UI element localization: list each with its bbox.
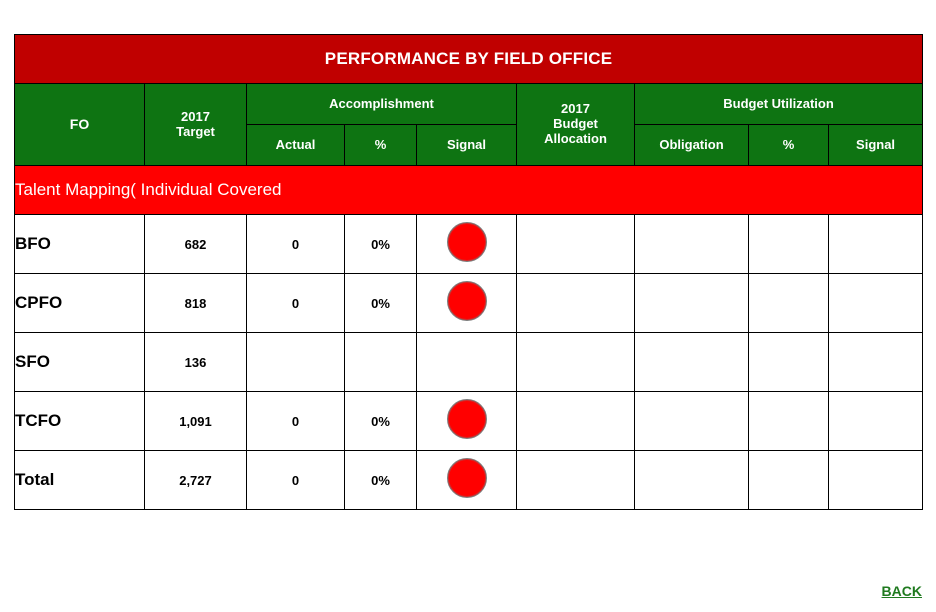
- row-utilization-percent: [748, 391, 829, 451]
- row-signal: [416, 391, 517, 451]
- row-utilization-percent: [748, 214, 829, 274]
- row-fo-name: CPFO: [14, 273, 145, 333]
- row-signal: [416, 450, 517, 510]
- section-label: Talent Mapping( Individual Covered: [13, 165, 924, 215]
- header-target-line1: 2017: [181, 108, 210, 124]
- table-row: SFO 136: [14, 332, 924, 392]
- section-row: Talent Mapping( Individual Covered: [13, 165, 924, 215]
- header-fo: FO: [14, 83, 145, 166]
- row-percent: [344, 332, 417, 392]
- row-target: 682: [144, 214, 247, 274]
- signal-red-icon: [446, 398, 487, 439]
- page-title: PERFORMANCE BY FIELD OFFICE: [13, 34, 924, 84]
- row-obligation: [634, 214, 749, 274]
- row-actual: 0: [246, 214, 345, 274]
- row-signal: [416, 332, 517, 392]
- row-fo-name: SFO: [14, 332, 145, 392]
- row-budget-allocation: [516, 214, 635, 274]
- row-actual: [246, 332, 345, 392]
- header-budget-allocation-line3: Allocation: [544, 130, 607, 146]
- row-signal: [416, 273, 517, 333]
- header-obligation: Obligation: [634, 124, 749, 166]
- performance-table: PERFORMANCE BY FIELD OFFICE FO 2017 Targ…: [13, 34, 924, 510]
- table-row: CPFO 818 0 0%: [14, 273, 924, 333]
- row-utilization-percent: [748, 332, 829, 392]
- row-target: 818: [144, 273, 247, 333]
- row-budget-allocation: [516, 273, 635, 333]
- header-utilization-percent: %: [748, 124, 829, 166]
- row-percent: 0%: [344, 273, 417, 333]
- row-target: 136: [144, 332, 247, 392]
- header-row-top: FO 2017 Target Accomplishment 2017 Budge…: [14, 83, 924, 166]
- row-utilization-signal: [827, 450, 924, 510]
- header-utilization-signal: Signal: [827, 124, 924, 166]
- row-utilization-signal: [827, 391, 924, 451]
- row-actual: 0: [246, 273, 345, 333]
- row-utilization-signal: [827, 273, 924, 333]
- row-fo-name: TCFO: [14, 391, 145, 451]
- row-obligation: [634, 332, 749, 392]
- title-row: PERFORMANCE BY FIELD OFFICE: [13, 34, 924, 84]
- header-budget-utilization: Budget Utilization: [633, 83, 924, 125]
- signal-red-icon: [446, 221, 487, 262]
- row-obligation: [634, 273, 749, 333]
- row-obligation: [634, 391, 749, 451]
- row-utilization-percent: [748, 273, 829, 333]
- row-percent: 0%: [344, 214, 417, 274]
- header-target: 2017 Target: [144, 83, 247, 166]
- table-row: TCFO 1,091 0 0%: [14, 391, 924, 451]
- table-row: Total 2,727 0 0%: [14, 450, 924, 510]
- row-budget-allocation: [516, 450, 635, 510]
- row-fo-name: Total: [14, 450, 145, 510]
- row-budget-allocation: [516, 391, 635, 451]
- row-percent: 0%: [344, 450, 417, 510]
- row-utilization-signal: [827, 332, 924, 392]
- header-actual: Actual: [246, 124, 345, 166]
- row-actual: 0: [246, 450, 345, 510]
- header-budget-allocation-line1: 2017: [561, 101, 590, 117]
- row-target: 1,091: [144, 391, 247, 451]
- back-link[interactable]: BACK: [882, 583, 922, 599]
- header-accomplishment: Accomplishment: [246, 83, 517, 125]
- slide-page: PERFORMANCE BY FIELD OFFICE FO 2017 Targ…: [0, 0, 936, 612]
- row-percent: 0%: [344, 391, 417, 451]
- signal-red-icon: [446, 280, 487, 321]
- row-utilization-percent: [748, 450, 829, 510]
- header-budget-allocation-line2: Budget: [553, 116, 598, 132]
- row-actual: 0: [246, 391, 345, 451]
- row-obligation: [634, 450, 749, 510]
- header-target-line2: Target: [176, 123, 215, 139]
- row-utilization-signal: [827, 214, 924, 274]
- row-budget-allocation: [516, 332, 635, 392]
- header-accomplishment-percent: %: [344, 124, 417, 166]
- table-row: BFO 682 0 0%: [14, 214, 924, 274]
- row-fo-name: BFO: [14, 214, 145, 274]
- header-budget-allocation: 2017 Budget Allocation: [516, 83, 635, 166]
- header-accomplishment-signal: Signal: [416, 124, 517, 166]
- row-signal: [416, 214, 517, 274]
- signal-red-icon: [446, 457, 487, 498]
- row-target: 2,727: [144, 450, 247, 510]
